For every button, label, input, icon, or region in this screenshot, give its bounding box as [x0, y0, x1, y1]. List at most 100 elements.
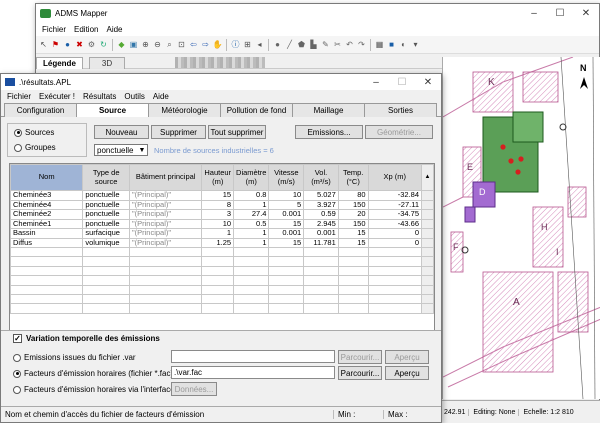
radio-sources[interactable]: Sources	[14, 128, 54, 137]
browse-fac-button[interactable]: Parcourir...	[338, 366, 382, 380]
scrollbar-track[interactable]	[421, 275, 434, 286]
table-cell[interactable]: "(Principal)"	[128, 218, 203, 229]
chevron-down-icon[interactable]: ▼	[137, 147, 147, 154]
col-header[interactable]: Vitesse (m/s)	[268, 164, 305, 191]
redo-icon[interactable]: ↷	[356, 39, 367, 50]
table-row[interactable]	[10, 265, 434, 277]
table-cell[interactable]	[201, 303, 235, 314]
table-cell[interactable]: Cheminée3	[10, 190, 84, 201]
col-header[interactable]: Vol. (m³/s)	[303, 164, 339, 191]
table-cell[interactable]: 150	[337, 218, 369, 229]
table-cell[interactable]: 5	[268, 199, 305, 210]
table-cell[interactable]	[367, 256, 423, 267]
table-cell[interactable]	[201, 265, 235, 277]
table-cell[interactable]: 20	[337, 209, 369, 220]
delete-icon[interactable]: ✖	[74, 39, 85, 50]
menu-aide[interactable]: Aide	[102, 25, 126, 34]
col-header[interactable]: Temp. (°C)	[337, 164, 369, 191]
table-cell[interactable]	[10, 256, 84, 267]
arrow-left-icon[interactable]: ◂	[254, 39, 265, 50]
table-row[interactable]: Diffus volumique "(Principal)" 1.25 1 15 11.78…	[10, 237, 434, 248]
table-cell[interactable]: 5.027	[303, 190, 339, 201]
table-cell[interactable]	[367, 284, 423, 295]
table-cell[interactable]	[303, 246, 339, 258]
col-header[interactable]: Hauteur (m)	[201, 164, 235, 191]
table-cell[interactable]: "(Principal)"	[128, 199, 203, 210]
table-row[interactable]	[10, 246, 434, 258]
minimize-button[interactable]: –	[521, 4, 547, 23]
scrollbar-track[interactable]	[421, 303, 434, 314]
var-file-input[interactable]	[171, 350, 335, 363]
point-tool-icon[interactable]: ●	[272, 39, 283, 50]
emissions-button[interactable]: Emissions...	[295, 125, 363, 139]
scrollbar-track[interactable]	[421, 218, 434, 229]
radio-groupes-dot[interactable]	[14, 143, 22, 152]
back-icon[interactable]: ⇦	[188, 39, 199, 50]
menu-dlg-aide[interactable]: Aide	[149, 92, 173, 101]
radio-sources-dot[interactable]	[14, 128, 22, 137]
3d-icon[interactable]: ■	[386, 39, 397, 50]
table-cell[interactable]	[268, 256, 305, 267]
layers-icon[interactable]: ◆	[116, 39, 127, 50]
radio-groupes[interactable]: Groupes	[14, 143, 56, 152]
contour-icon[interactable]: ◐	[398, 39, 409, 50]
table-row[interactable]	[10, 284, 434, 295]
table-cell[interactable]	[128, 246, 203, 258]
table-cell[interactable]: 150	[337, 199, 369, 210]
table-cell[interactable]: 15	[337, 237, 369, 248]
tab-source[interactable]: Source	[76, 103, 149, 118]
table-cell[interactable]: 80	[337, 190, 369, 201]
table-cell[interactable]	[367, 265, 423, 277]
table-cell[interactable]: 1	[201, 228, 235, 239]
scrollbar-track[interactable]	[421, 237, 434, 248]
table-cell[interactable]	[82, 246, 130, 258]
table-row[interactable]: Cheminée2 ponctuelle "(Principal)" 3 27.4 0.0…	[10, 209, 434, 220]
table-cell[interactable]	[337, 293, 369, 305]
table-cell[interactable]	[367, 275, 423, 286]
table-cell[interactable]: 15	[268, 218, 305, 229]
table-cell[interactable]: Bassin	[10, 228, 84, 239]
table-cell[interactable]: 0.5	[233, 218, 270, 229]
table-cell[interactable]: 0	[367, 228, 423, 239]
table-cell[interactable]	[233, 293, 270, 305]
dropdown-icon[interactable]: ▾	[410, 39, 421, 50]
option-var-radio[interactable]	[13, 353, 21, 362]
tab-meteorologie[interactable]: Météorologie	[148, 103, 221, 117]
table-cell[interactable]: 15	[337, 228, 369, 239]
table-row[interactable]	[10, 303, 434, 314]
table-cell[interactable]	[82, 265, 130, 277]
table-cell[interactable]: 3	[201, 209, 235, 220]
tab-3d[interactable]: 3D	[88, 57, 126, 69]
dialog-minimize-button[interactable]: –	[363, 74, 389, 90]
menu-fichier[interactable]: Fichier	[38, 25, 70, 34]
option-interface[interactable]: Facteurs d'émission horaires via l'inter…	[13, 385, 175, 394]
polygon-tool-icon[interactable]: ⬟	[296, 39, 307, 50]
table-cell[interactable]: -43.66	[367, 218, 423, 229]
col-header[interactable]: Type de source	[82, 164, 130, 191]
table-cell[interactable]	[337, 265, 369, 277]
table-cell[interactable]	[82, 284, 130, 295]
table-cell[interactable]	[201, 275, 235, 286]
table-cell[interactable]	[268, 284, 305, 295]
delete-source-button[interactable]: Supprimer	[151, 125, 206, 139]
table-cell[interactable]: ponctuelle	[82, 209, 130, 220]
table-cell[interactable]: 0.001	[303, 228, 339, 239]
table-cell[interactable]: 1	[233, 199, 270, 210]
refresh-icon[interactable]: ↻	[98, 39, 109, 50]
table-cell[interactable]: -27.11	[367, 199, 423, 210]
table-cell[interactable]	[82, 275, 130, 286]
menu-dlg-executer[interactable]: Exécuter !	[35, 92, 79, 101]
table-cell[interactable]	[367, 246, 423, 258]
table-cell[interactable]	[128, 265, 203, 277]
table-row[interactable]: Cheminée4 ponctuelle "(Principal)" 8 1 5 3.927…	[10, 199, 434, 210]
scrollbar-track[interactable]	[421, 190, 434, 201]
table-cell[interactable]	[128, 256, 203, 267]
scrollbar-track[interactable]	[421, 209, 434, 220]
table-cell[interactable]	[128, 293, 203, 305]
menu-dlg-resultats[interactable]: Résultats	[79, 92, 120, 101]
line-tool-icon[interactable]: ╱	[284, 39, 295, 50]
table-cell[interactable]: 1	[233, 228, 270, 239]
scrollbar-track[interactable]	[421, 228, 434, 239]
table-cell[interactable]	[10, 284, 84, 295]
table-cell[interactable]	[268, 246, 305, 258]
